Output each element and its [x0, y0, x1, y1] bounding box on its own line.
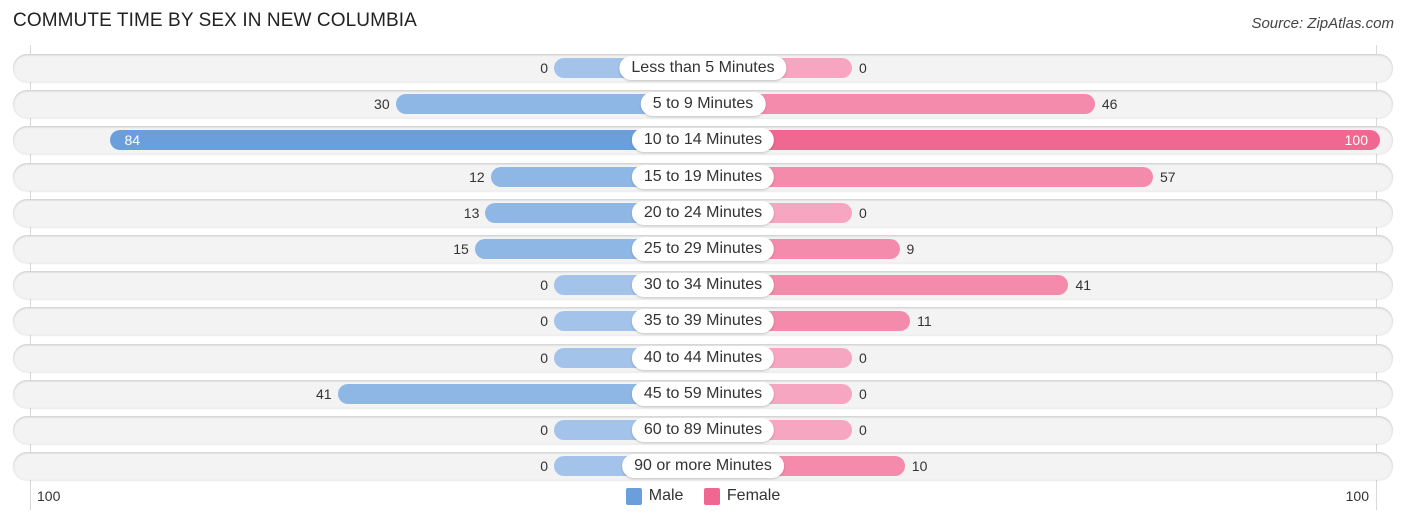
category-label: 30 to 34 Minutes	[631, 273, 775, 298]
category-label: 40 to 44 Minutes	[631, 345, 775, 370]
value-label-female: 100	[1344, 132, 1368, 149]
chart-row: 0 11 35 to 39 Minutes	[13, 307, 1393, 336]
value-label-male: 0	[540, 349, 548, 366]
value-label-female: 0	[859, 422, 867, 438]
category-label: 15 to 19 Minutes	[631, 164, 775, 189]
value-label-female: 11	[917, 313, 932, 330]
category-label: 25 to 29 Minutes	[631, 237, 775, 261]
category-label: 20 to 24 Minutes	[631, 200, 775, 225]
value-label-female: 0	[859, 349, 867, 366]
category-label: 10 to 14 Minutes	[631, 128, 775, 153]
value-label-female: 57	[1159, 168, 1176, 185]
chart-row: 0 0 40 to 44 Minutes	[13, 343, 1393, 372]
bar-male	[110, 130, 703, 151]
bar-female	[703, 130, 1380, 151]
value-label-male: 15	[453, 241, 469, 257]
chart-row: 0 0 60 to 89 Minutes	[13, 416, 1393, 444]
value-label-male: 0	[540, 60, 548, 76]
value-label-female: 9	[906, 241, 915, 257]
value-label-female: 10	[911, 458, 928, 475]
chart-row: 41 0 45 to 59 Minutes	[13, 379, 1393, 408]
legend-label-male: Male	[648, 487, 684, 504]
legend-item-female: Female	[703, 487, 781, 505]
chart-row: 0 41 30 to 34 Minutes	[13, 271, 1393, 300]
value-label-female: 41	[1075, 277, 1092, 294]
value-label-female: 0	[859, 385, 867, 402]
chart-title: COMMUTE TIME BY SEX IN NEW COLUMBIA	[13, 10, 417, 31]
value-label-female: 0	[859, 60, 867, 76]
value-label-male: 30	[374, 96, 390, 113]
category-label: 35 to 39 Minutes	[631, 309, 775, 334]
legend: Male Female	[0, 487, 1406, 510]
chart-row: 84 100 10 to 14 Minutes	[13, 126, 1393, 155]
chart-row: 13 0 20 to 24 Minutes	[13, 198, 1393, 227]
category-label: 60 to 89 Minutes	[631, 418, 775, 442]
value-label-male: 0	[540, 422, 548, 438]
legend-swatch-female	[703, 487, 720, 505]
legend-label-female: Female	[726, 487, 781, 504]
chart-row: 0 0 Less than 5 Minutes	[13, 54, 1393, 82]
value-label-male: 0	[540, 277, 548, 294]
category-label: 45 to 59 Minutes	[631, 381, 775, 406]
value-label-male: 84	[124, 132, 141, 149]
chart-row: 15 9 25 to 29 Minutes	[13, 235, 1393, 263]
value-label-male: 0	[540, 313, 548, 330]
value-label-female: 0	[859, 204, 867, 221]
category-label: 90 or more Minutes	[622, 454, 784, 479]
value-label-male: 12	[469, 168, 485, 185]
value-label-male: 0	[540, 458, 548, 475]
source-label: Source: ZipAtlas.com	[1251, 15, 1394, 32]
chart-row: 12 57 15 to 19 Minutes	[13, 162, 1393, 191]
chart-row: 30 46 5 to 9 Minutes	[13, 90, 1393, 119]
value-label-male: 41	[315, 385, 332, 402]
category-label: Less than 5 Minutes	[619, 56, 787, 80]
legend-swatch-male	[625, 487, 642, 505]
category-label: 5 to 9 Minutes	[640, 92, 766, 117]
chart-row: 0 10 90 or more Minutes	[13, 452, 1393, 481]
value-label-male: 13	[463, 204, 480, 221]
legend-item-male: Male	[625, 487, 684, 505]
value-label-female: 46	[1101, 96, 1118, 113]
